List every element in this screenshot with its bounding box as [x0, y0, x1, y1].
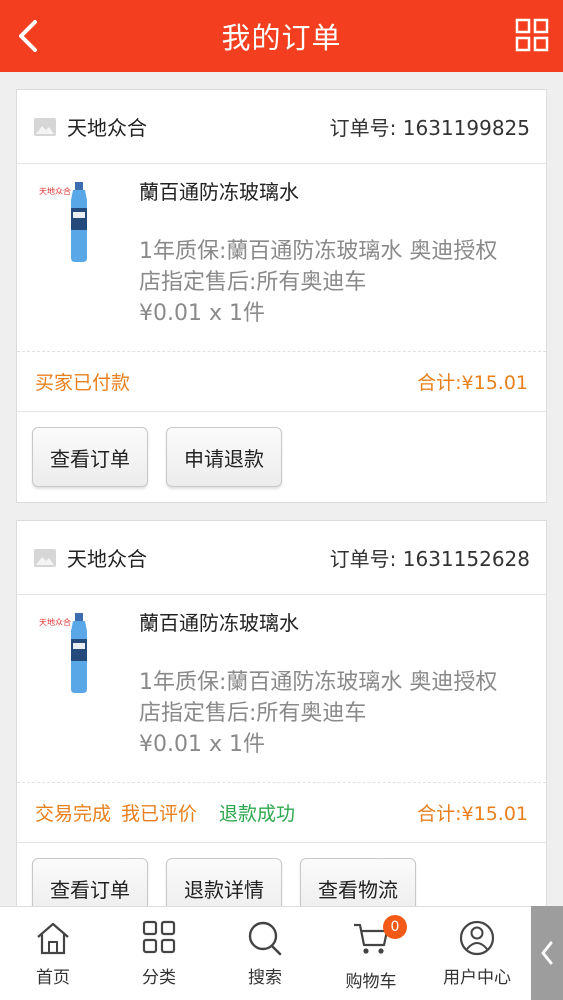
product-name: 蘭百通防冻玻璃水: [139, 611, 299, 635]
request-refund-button[interactable]: 申请退款: [166, 427, 282, 487]
order-actions: 查看订单 申请退款: [17, 412, 546, 502]
chevron-left-icon: [541, 941, 553, 965]
tab-label: 购物车: [345, 972, 397, 992]
chevron-left-icon: [19, 20, 37, 52]
view-order-button[interactable]: 查看订单: [32, 427, 148, 487]
header-bar: 我的订单: [0, 0, 563, 72]
order-status: 交易完成: [35, 803, 112, 825]
tab-search[interactable]: 搜索: [212, 907, 318, 1000]
svg-text:天地众合: 天地众合: [39, 617, 71, 627]
order-card-header: 天地众合 订单号: 1631152628: [17, 521, 546, 595]
product-item[interactable]: 天地众合 蘭百通防冻玻璃水 1年质保:蘭百通防冻玻璃水 奥迪授权店指定售后:所有…: [17, 595, 546, 783]
menu-button[interactable]: [515, 18, 549, 52]
order-number: 订单号: 1631152628: [329, 547, 530, 571]
refund-status: 退款成功: [219, 803, 296, 825]
cart-icon-wrap: 0: [351, 915, 407, 961]
product-description: 1年质保:蘭百通防冻玻璃水 奥迪授权店指定售后:所有奥迪车 ¥0.01 x 1件: [139, 667, 499, 760]
product-image: 天地众合: [39, 182, 87, 262]
view-logistics-button[interactable]: 查看物流: [300, 858, 416, 906]
tab-home[interactable]: 首页: [0, 907, 106, 1000]
product-image: 天地众合: [39, 613, 87, 693]
grid-icon: [515, 18, 549, 52]
store-name[interactable]: 天地众合: [67, 112, 147, 141]
store-image-icon: [34, 548, 56, 567]
tab-label: 首页: [36, 968, 70, 988]
svg-text:天地众合: 天地众合: [39, 186, 71, 196]
product-item[interactable]: 天地众合 蘭百通防冻玻璃水 1年质保:蘭百通防冻玻璃水 奥迪授权店指定售后:所有…: [17, 164, 546, 352]
user-icon: [459, 920, 495, 956]
order-card-header: 天地众合 订单号: 1631199825: [17, 90, 546, 164]
order-number: 订单号: 1631199825: [329, 116, 530, 140]
category-icon: [142, 920, 176, 954]
tab-label: 搜索: [248, 968, 282, 988]
order-list[interactable]: 天地众合 订单号: 1631199825 天地众合 蘭百通防冻玻璃水 1年质保:…: [0, 72, 563, 906]
order-total: 合计:¥15.01: [417, 372, 528, 394]
order-total: 合计:¥15.01: [417, 803, 528, 825]
tab-label: 用户中心: [443, 968, 511, 988]
home-icon: [37, 922, 69, 955]
order-status-row: 买家已付款 合计:¥15.01: [17, 352, 546, 412]
tab-cart[interactable]: 0 购物车: [318, 907, 424, 1000]
tab-user-center[interactable]: 用户中心: [424, 907, 530, 1000]
refund-details-button[interactable]: 退款详情: [166, 858, 282, 906]
product-price-qty: ¥0.01 x 1件: [139, 301, 265, 326]
product-price-qty: ¥0.01 x 1件: [139, 732, 265, 757]
view-order-button[interactable]: 查看订单: [32, 858, 148, 906]
back-button[interactable]: [10, 16, 46, 56]
cart-count-badge: 0: [383, 915, 407, 939]
order-actions: 查看订单 退款详情 查看物流: [17, 843, 546, 906]
order-card: 天地众合 订单号: 1631152628 天地众合 蘭百通防冻玻璃水 1年质保:…: [16, 520, 547, 906]
search-icon: [248, 921, 282, 956]
review-status: 我已评价: [121, 803, 198, 825]
side-drawer-handle[interactable]: [531, 906, 563, 1000]
order-card: 天地众合 订单号: 1631199825 天地众合 蘭百通防冻玻璃水 1年质保:…: [16, 89, 547, 503]
page-title: 我的订单: [221, 21, 342, 55]
bottom-tab-bar: 首页 分类 搜索 0 购物车 用户中心: [0, 906, 563, 1000]
order-status-row: 交易完成 我已评价 退款成功 合计:¥15.01: [17, 783, 546, 843]
store-name[interactable]: 天地众合: [67, 543, 147, 572]
product-description: 1年质保:蘭百通防冻玻璃水 奥迪授权店指定售后:所有奥迪车 ¥0.01 x 1件: [139, 236, 499, 329]
order-status: 买家已付款: [35, 372, 131, 394]
product-name: 蘭百通防冻玻璃水: [139, 180, 299, 204]
tab-category[interactable]: 分类: [106, 907, 212, 1000]
store-image-icon: [34, 117, 56, 136]
tab-label: 分类: [142, 968, 176, 988]
